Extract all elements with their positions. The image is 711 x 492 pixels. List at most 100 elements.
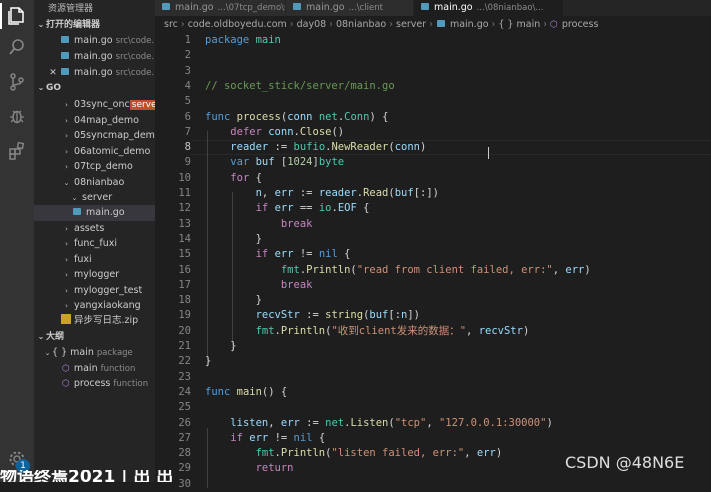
go-file-icon: [60, 51, 71, 60]
line-number: 3: [184, 64, 191, 77]
code-editor[interactable]: 1 2 3 4 5 6 7 8 9 10 11 12 13 14 15 16 17 18 19 20 21 22 23 24 2…: [155, 33, 711, 490]
open-editor-item-active[interactable]: ✕main.go src\code...: [34, 65, 155, 81]
line-number: 4: [184, 79, 191, 92]
explorer-icon[interactable]: [7, 6, 27, 26]
code-line[interactable]: var buf [1024]byte: [205, 155, 344, 170]
tree-folder[interactable]: › yangxiaokang: [34, 298, 155, 314]
code-line[interactable]: func process(conn net.Conn) {: [205, 110, 388, 125]
chevron-right-icon: ›: [65, 132, 68, 140]
line-number: 15: [178, 248, 191, 261]
tree-folder[interactable]: › 03sync_oncserver: [34, 97, 155, 113]
tree-folder[interactable]: › 05syncmap_demo: [34, 128, 155, 144]
go-file-icon: [60, 67, 71, 76]
chevron-down-icon: ⌄: [63, 179, 70, 187]
tree-folder[interactable]: › 04map_demo: [34, 113, 155, 129]
breadcrumb-item[interactable]: { } main: [498, 19, 540, 30]
debug-icon[interactable]: [7, 106, 27, 126]
breadcrumb-item[interactable]: main.go: [450, 19, 489, 30]
open-editor-item[interactable]: main.go src\code...: [34, 33, 155, 49]
code-line[interactable]: fmt.Println("listen failed, err:", err): [205, 446, 503, 461]
code-line[interactable]: }: [205, 339, 236, 354]
source-control-icon[interactable]: [7, 72, 27, 92]
code-line[interactable]: listen, err := net.Listen("tcp", "127.0.…: [205, 416, 552, 431]
code-line[interactable]: if err != nil {: [205, 431, 325, 446]
tab-editor[interactable]: main.go ...\client: [286, 0, 414, 16]
line-number: 21: [178, 340, 191, 352]
breadcrumb-item[interactable]: server: [396, 19, 426, 30]
go-file-icon: [420, 2, 431, 11]
code-line[interactable]: func main() {: [205, 385, 287, 400]
tree-folder-open[interactable]: ⌄ server: [34, 190, 155, 206]
function-cube-icon: ⬡: [62, 364, 70, 374]
code-line[interactable]: defer conn.Close(): [205, 125, 344, 140]
zip-file-icon: [61, 314, 71, 324]
open-editors-header[interactable]: ⌄ 打开的编辑器: [34, 17, 155, 33]
chevron-right-icon: ›: [289, 19, 294, 30]
function-cube-icon: ⬡: [62, 379, 70, 389]
breadcrumb-item[interactable]: day08: [297, 19, 327, 30]
code-line[interactable]: package main: [205, 33, 281, 48]
code-line[interactable]: reader := bufio.NewReader(conn): [205, 140, 426, 155]
tree-folder[interactable]: › 07tcp_demo: [34, 159, 155, 175]
code-line[interactable]: }: [205, 293, 262, 308]
breadcrumb-item[interactable]: 08nianbao: [336, 19, 386, 30]
code-line[interactable]: }: [205, 354, 211, 369]
outline-item[interactable]: ⬡ process function: [34, 376, 155, 392]
open-editor-item[interactable]: main.go src\code...: [34, 49, 155, 65]
tree-folder[interactable]: › mylogger_test: [34, 283, 155, 299]
workspace-header[interactable]: ⌄ GO: [34, 80, 155, 96]
tree-folder[interactable]: › 06atomic_demo: [34, 144, 155, 160]
chevron-right-icon: ›: [389, 19, 394, 30]
tree-folder-open[interactable]: ⌄ 08nianbao: [34, 175, 155, 191]
chevron-down-icon: ⌄: [37, 20, 45, 29]
line-number: 16: [178, 263, 191, 276]
go-file-icon: [292, 2, 303, 11]
tree-folder[interactable]: › assets: [34, 221, 155, 237]
code-line[interactable]: fmt.Println("收到client发来的数据：", recvStr): [205, 324, 530, 339]
chevron-right-icon: ›: [65, 148, 68, 156]
chevron-right-icon: ›: [65, 256, 68, 264]
outline-header[interactable]: ⌄ 大纲: [34, 329, 155, 345]
line-number: 28: [178, 447, 191, 460]
line-number: 22: [178, 355, 191, 368]
code-line[interactable]: // socket_stick/server/main.go: [205, 79, 395, 94]
line-number: 25: [178, 401, 191, 414]
code-line[interactable]: for {: [205, 171, 262, 186]
tree-folder[interactable]: › mylogger: [34, 267, 155, 283]
tree-folder[interactable]: › func_fuxi: [34, 236, 155, 252]
chevron-right-icon: ›: [65, 163, 68, 171]
code-line[interactable]: if err == io.EOF {: [205, 201, 370, 216]
go-file-icon: [161, 2, 172, 11]
chevron-down-icon: ⌄: [44, 349, 51, 357]
tab-editor-active[interactable]: main.go ...\08nianbao\...: [414, 0, 564, 16]
code-line[interactable]: break: [205, 278, 313, 293]
code-line[interactable]: recvStr := string(buf[:n]): [205, 308, 420, 323]
code-line[interactable]: break: [205, 217, 313, 232]
breadcrumb-item[interactable]: process: [562, 19, 599, 30]
line-number: 20: [178, 324, 191, 337]
code-line[interactable]: }: [205, 232, 262, 247]
breadcrumb-item[interactable]: code.oldboyedu.com: [188, 19, 287, 30]
outline-item[interactable]: ⬡ main function: [34, 361, 155, 377]
extensions-icon[interactable]: [7, 141, 27, 161]
activity-bar: 1: [0, 0, 34, 482]
code-line[interactable]: n, err := reader.Read(buf[:]): [205, 186, 439, 201]
code-line[interactable]: fmt.Println("read from client failed, er…: [205, 263, 591, 278]
close-icon[interactable]: ✕: [48, 65, 58, 81]
breadcrumb-item[interactable]: src: [164, 19, 178, 30]
explorer-sidebar: 资源管理器 ⌄打开的编辑器 main.go src\code... main.g…: [34, 0, 155, 482]
tab-editor[interactable]: main.go...\07tcp_demo\server: [155, 0, 286, 16]
line-number: 14: [178, 232, 191, 245]
tree-file-selected[interactable]: main.go: [34, 205, 155, 221]
line-number: 18: [178, 294, 191, 307]
chevron-right-icon: ›: [491, 19, 496, 30]
line-number: 13: [178, 217, 191, 230]
search-icon[interactable]: [7, 37, 27, 57]
csdn-watermark: CSDN @48N6E: [565, 453, 685, 472]
code-line[interactable]: if err != nil {: [205, 247, 351, 262]
line-number: 24: [178, 385, 191, 398]
tree-file[interactable]: 异步写日志.zip: [34, 313, 155, 329]
outline-item[interactable]: ⌄{ } main package: [34, 345, 155, 361]
line-number: 10: [178, 171, 191, 184]
tree-folder[interactable]: › fuxi: [34, 252, 155, 268]
